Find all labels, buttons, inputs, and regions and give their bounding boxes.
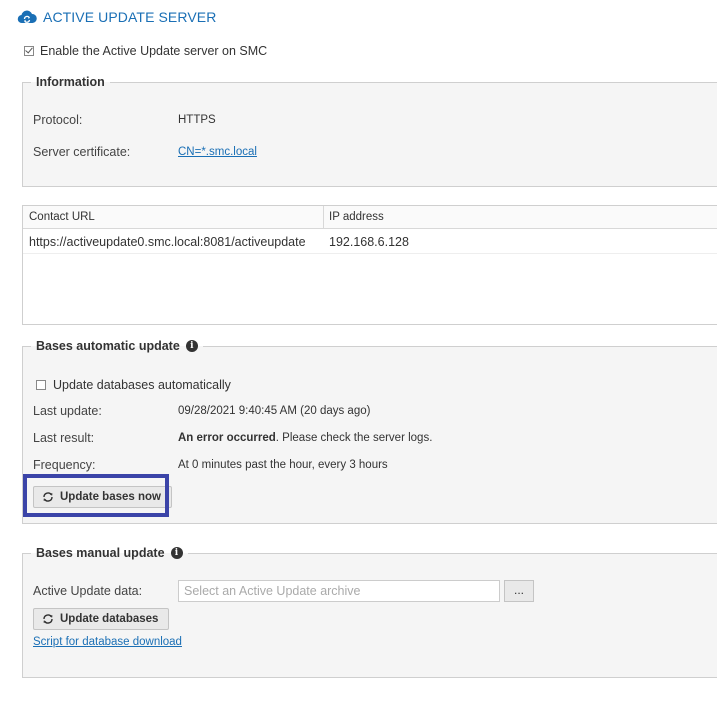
manual-update-legend: Bases manual update i [31, 546, 188, 560]
last-result-value: An error occurred. Please check the serv… [178, 432, 432, 444]
enable-server-label: Enable the Active Update server on SMC [40, 44, 268, 58]
last-result-error: An error occurred [178, 432, 276, 444]
refresh-icon [43, 614, 53, 624]
auto-update-checkbox[interactable] [36, 380, 46, 390]
highlight-box [23, 474, 169, 517]
info-icon[interactable]: i [185, 340, 198, 352]
contact-table: Contact URL IP address https://activeupd… [22, 205, 717, 325]
update-databases-button[interactable]: Update databases [33, 608, 170, 630]
column-header-contact-url[interactable]: Contact URL [29, 211, 95, 223]
protocol-label: Protocol: [33, 113, 83, 127]
information-legend: Information [31, 75, 110, 89]
frequency-value: At 0 minutes past the hour, every 3 hour… [178, 459, 388, 471]
last-result-label: Last result: [33, 431, 95, 445]
archive-input[interactable]: Select an Active Update archive [178, 580, 500, 602]
browse-button[interactable]: ... [504, 580, 534, 602]
auto-update-checkbox-row[interactable]: Update databases automatically [36, 378, 231, 392]
page-title: ACTIVE UPDATE SERVER [43, 9, 217, 25]
auto-update-legend: Bases automatic update i [31, 339, 203, 353]
auto-update-label: Update databases automatically [53, 378, 231, 392]
certificate-link[interactable]: CN=*.smc.local [178, 146, 257, 158]
column-divider[interactable] [323, 206, 324, 228]
table-header: Contact URL IP address [23, 206, 717, 229]
table-row[interactable]: https://activeupdate0.smc.local:8081/act… [23, 229, 717, 254]
ip-address-cell: 192.168.6.128 [329, 235, 409, 249]
manual-update-panel: Bases manual update i Active Update data… [22, 546, 717, 678]
enable-server-checkbox[interactable] [24, 46, 34, 56]
information-panel: Information Protocol: HTTPS Server certi… [22, 75, 717, 187]
last-update-value: 09/28/2021 9:40:45 AM (20 days ago) [178, 405, 371, 417]
script-download-link[interactable]: Script for database download [33, 636, 182, 648]
cloud-sync-icon [17, 10, 37, 24]
active-update-data-label: Active Update data: [33, 584, 143, 598]
certificate-label: Server certificate: [33, 145, 131, 159]
contact-url-cell: https://activeupdate0.smc.local:8081/act… [29, 235, 306, 249]
enable-server-checkbox-row[interactable]: Enable the Active Update server on SMC [24, 44, 267, 58]
frequency-label: Frequency: [33, 458, 96, 472]
protocol-value: HTTPS [178, 114, 216, 126]
last-update-label: Last update: [33, 404, 102, 418]
last-result-message: . Please check the server logs. [275, 432, 433, 444]
info-icon[interactable]: i [170, 547, 183, 559]
column-header-ip-address[interactable]: IP address [329, 211, 384, 223]
